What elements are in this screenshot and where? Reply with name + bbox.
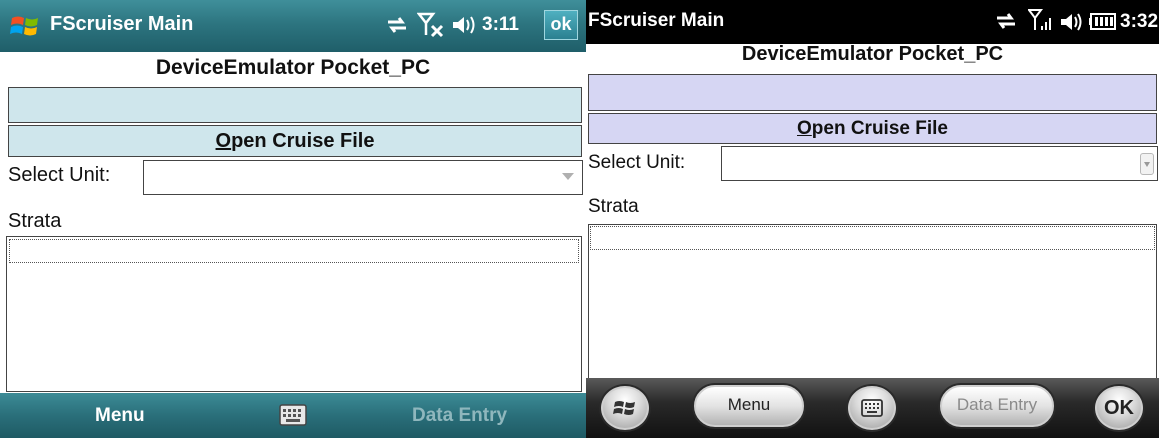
keyboard-icon <box>861 399 883 417</box>
data-entry-softkey[interactable]: Data Entry <box>412 405 507 427</box>
keyboard-button[interactable] <box>848 386 896 430</box>
app-title: FScruiser Main <box>50 13 194 35</box>
strata-label: Strata <box>8 210 62 232</box>
menu-button[interactable]: Menu <box>694 385 804 427</box>
select-unit-label: Select Unit: <box>588 152 686 173</box>
select-unit-dropdown[interactable] <box>721 146 1158 181</box>
chevron-down-icon <box>562 173 574 180</box>
strata-list[interactable] <box>6 236 582 392</box>
start-button[interactable] <box>601 386 649 430</box>
chevron-down-icon[interactable] <box>1140 153 1154 175</box>
signal-off-icon <box>417 12 444 38</box>
title-bar: FScruiser Main 3:11 ok <box>0 0 586 52</box>
menu-softkey[interactable]: Menu <box>95 405 145 427</box>
volume-icon <box>453 16 475 34</box>
data-entry-button[interactable]: Data Entry <box>940 385 1054 427</box>
open-cruise-file-button[interactable]: Open Cruise File <box>8 125 582 157</box>
screen-wm-black: FScruiser Main 3:32 DeviceEmulator Pocke… <box>586 0 1159 438</box>
sync-icon <box>388 17 406 33</box>
select-unit-dropdown[interactable] <box>143 160 583 195</box>
keyboard-icon[interactable] <box>279 404 307 426</box>
list-item[interactable] <box>590 226 1155 250</box>
ok-button[interactable]: OK <box>1095 386 1143 430</box>
status-band <box>588 74 1157 111</box>
title-bar: FScruiser Main 3:32 <box>586 0 1159 44</box>
strata-label: Strata <box>588 196 639 217</box>
softkey-bar: Menu Data Entry <box>0 393 586 438</box>
list-item[interactable] <box>9 239 579 263</box>
app-title: FScruiser Main <box>588 10 725 31</box>
device-name: DeviceEmulator Pocket_PC <box>741 43 1004 65</box>
select-unit-label: Select Unit: <box>8 164 111 186</box>
volume-icon <box>1061 13 1082 31</box>
sync-icon <box>997 13 1015 29</box>
clock: 3:11 <box>482 14 519 35</box>
status-band <box>8 87 582 123</box>
windows-flag-icon <box>613 401 635 415</box>
strata-list[interactable] <box>588 224 1157 380</box>
battery-icon <box>1089 13 1116 30</box>
windows-flag-icon[interactable] <box>10 12 40 40</box>
ok-button[interactable]: ok <box>544 10 578 40</box>
open-cruise-file-button[interactable]: Open Cruise File <box>588 113 1157 144</box>
clock: 3:32 <box>1120 11 1159 32</box>
softkey-bar: Menu Data Entry OK <box>586 378 1159 438</box>
screen-wm65-teal: FScruiser Main 3:11 ok DeviceEmulator Po… <box>0 0 586 438</box>
device-name: DeviceEmulator Pocket_PC <box>155 56 431 79</box>
signal-icon <box>1028 9 1051 30</box>
